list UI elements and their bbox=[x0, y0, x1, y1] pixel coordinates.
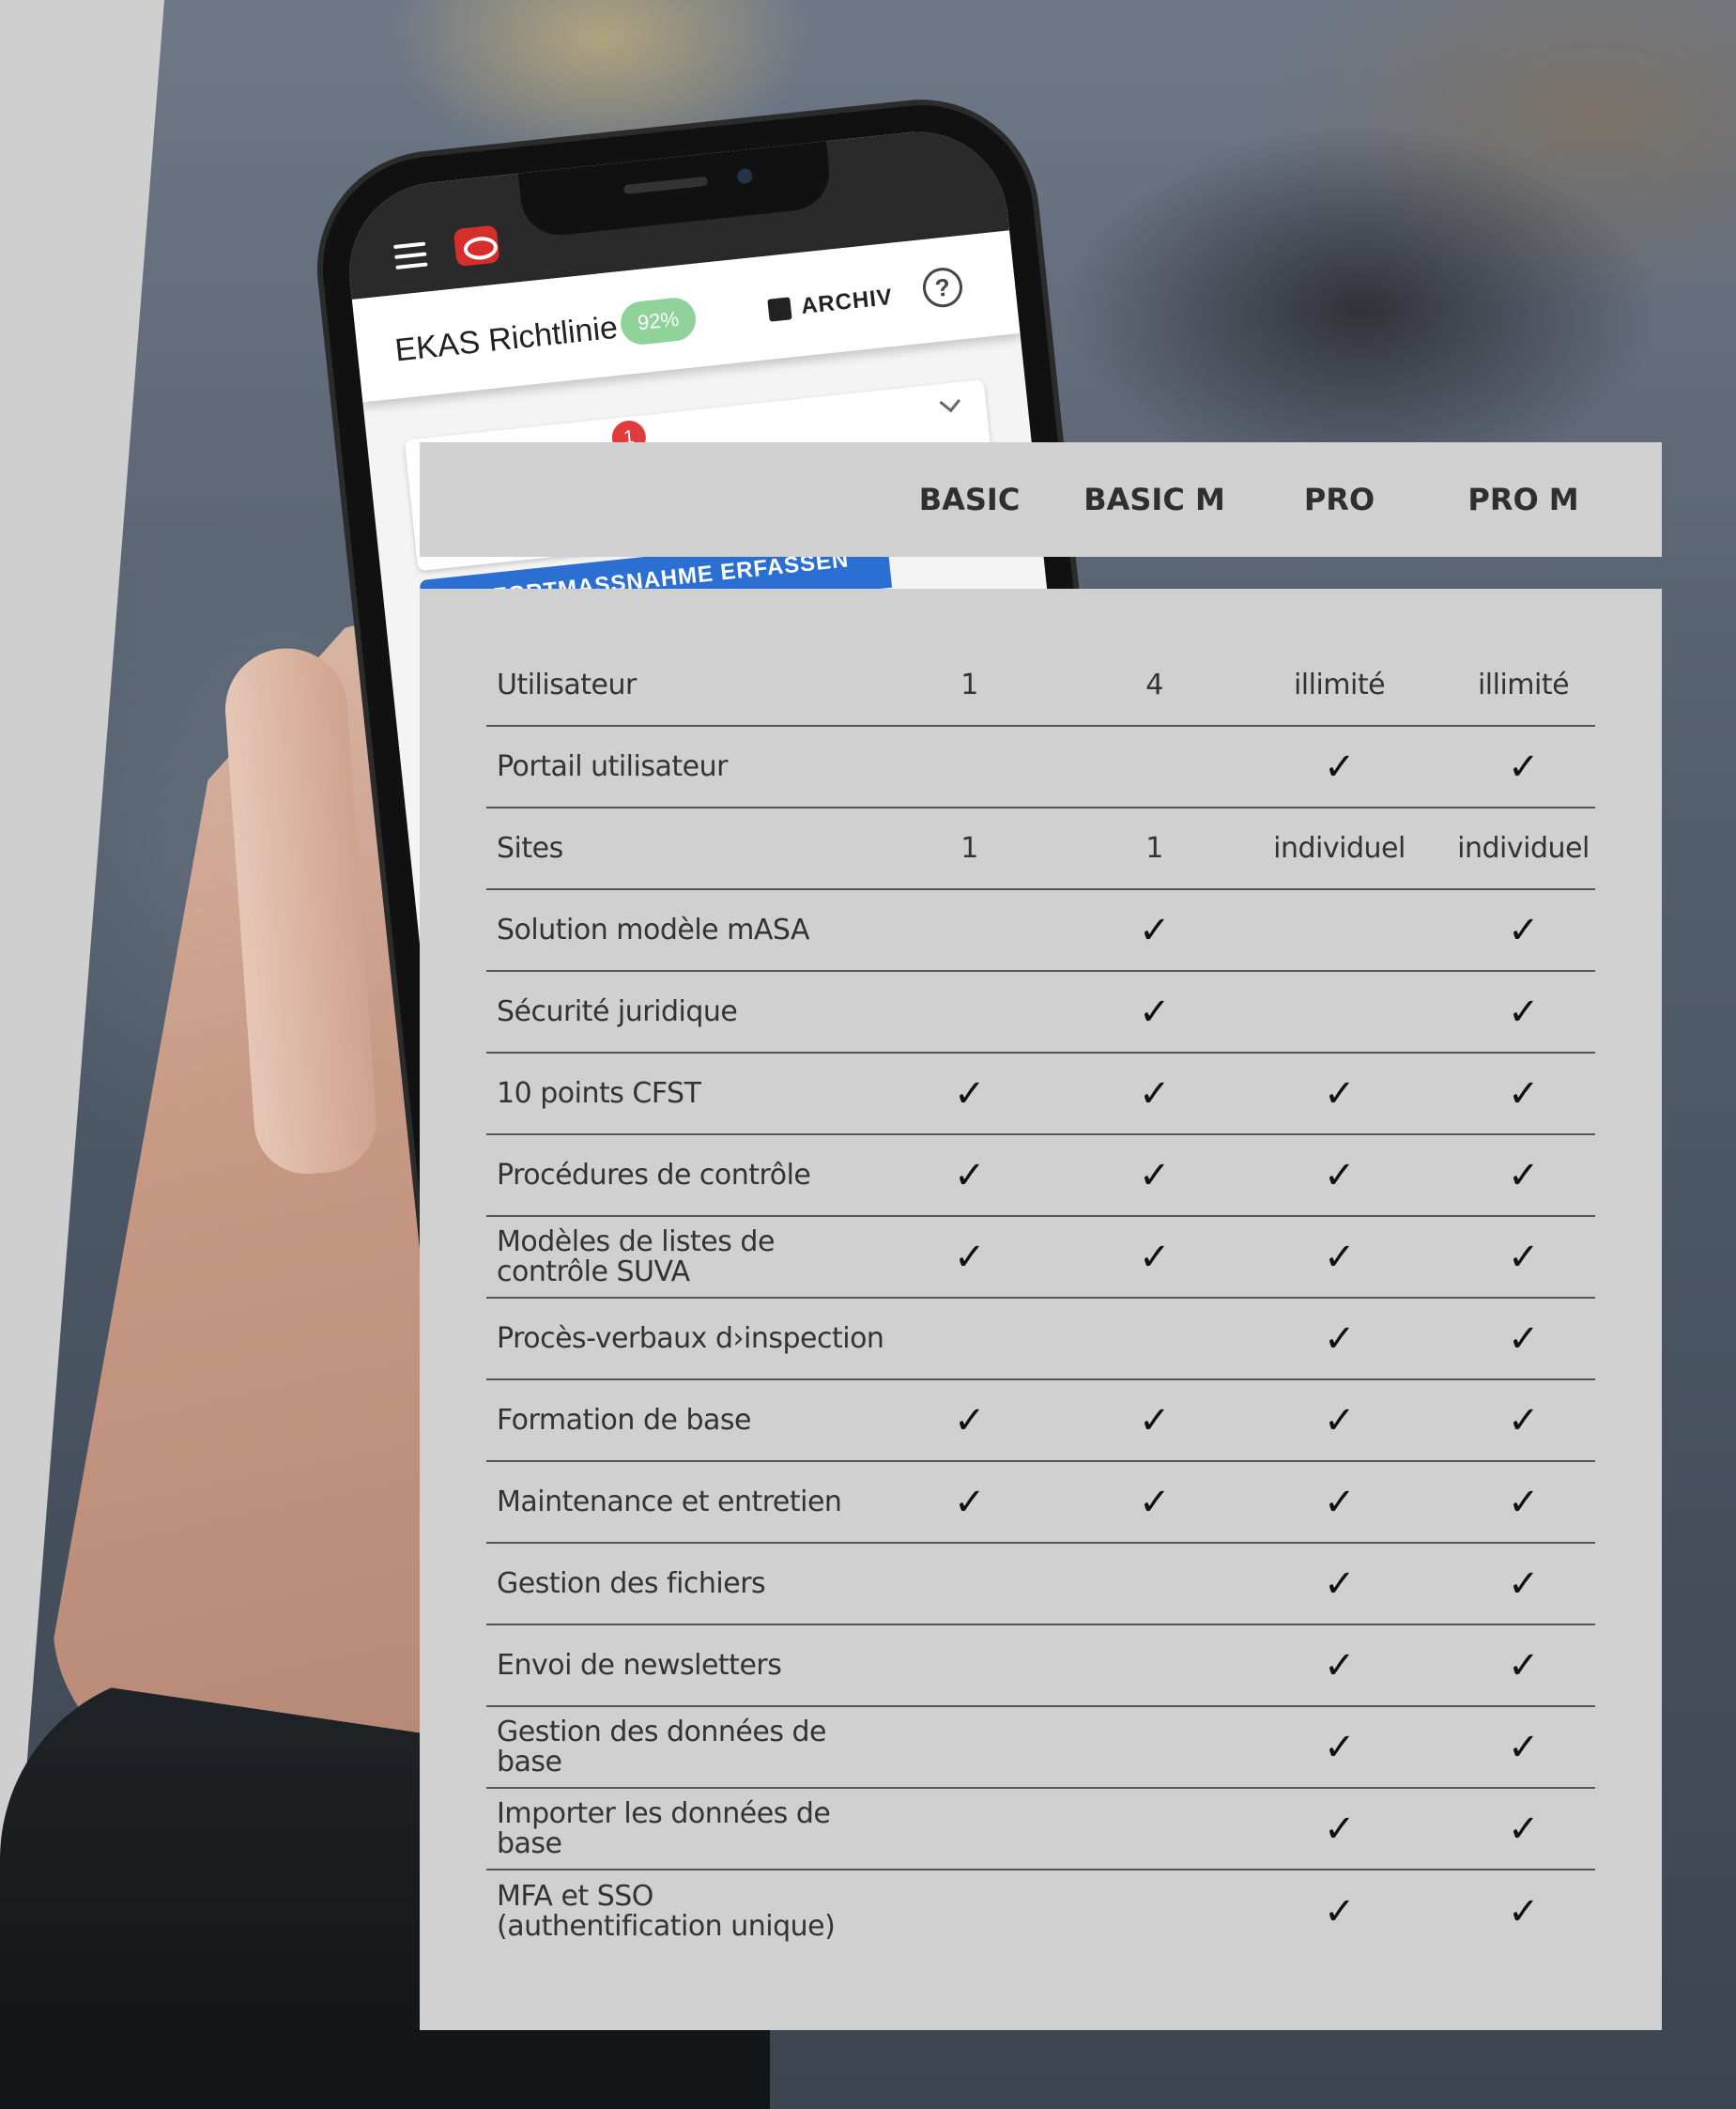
checkmark-icon: ✓ bbox=[1507, 1725, 1540, 1769]
table-cell: 4 bbox=[1145, 669, 1163, 701]
checkmark-icon: ✓ bbox=[1138, 990, 1171, 1034]
checkmark-icon: ✓ bbox=[1323, 1562, 1356, 1606]
checkmark-icon: ✓ bbox=[1507, 1889, 1540, 1933]
checkmark-icon: ✓ bbox=[1323, 1643, 1356, 1687]
checkmark-icon: ✓ bbox=[1323, 1153, 1356, 1197]
checkmark-icon: ✓ bbox=[1323, 1725, 1356, 1769]
table-cell: individuel bbox=[1273, 832, 1406, 865]
feature-label: Importer les données de base bbox=[497, 1796, 831, 1860]
table-row: Gestion des données de base ✓ ✓ bbox=[486, 1707, 1595, 1789]
feature-label: Sites bbox=[497, 831, 563, 865]
feature-label: Formation de base bbox=[497, 1403, 752, 1437]
feature-label: Gestion des fichiers bbox=[497, 1566, 766, 1600]
feature-label: MFA et SSO (authentification unique) bbox=[497, 1879, 836, 1943]
checkmark-icon: ✓ bbox=[1138, 1071, 1171, 1116]
feature-label: 10 points CFST bbox=[497, 1076, 701, 1110]
feature-label: Sécurité juridique bbox=[497, 994, 738, 1028]
feature-comparison-table: Utilisateur 1 4 illimité illimité Portail uti… bbox=[420, 589, 1662, 2030]
table-row: Importer les données de base ✓ ✓ bbox=[486, 1789, 1595, 1870]
checkmark-icon: ✓ bbox=[1138, 1235, 1171, 1279]
checkmark-icon: ✓ bbox=[1507, 1480, 1540, 1524]
checkmark-icon: ✓ bbox=[1323, 1480, 1356, 1524]
archive-icon[interactable] bbox=[767, 297, 792, 322]
table-cell: 1 bbox=[960, 832, 978, 865]
checkmark-icon: ✓ bbox=[1323, 745, 1356, 789]
chevron-down-icon[interactable] bbox=[939, 391, 961, 413]
checkmark-icon: ✓ bbox=[1138, 908, 1171, 952]
feature-label: Procès-verbaux d›inspection bbox=[497, 1321, 884, 1355]
checkmark-icon: ✓ bbox=[1507, 1071, 1540, 1116]
app-title: EKAS Richtlinie bbox=[392, 309, 620, 369]
checkmark-icon: ✓ bbox=[1323, 1889, 1356, 1933]
table-row: Envoi de newsletters ✓ ✓ bbox=[486, 1625, 1595, 1707]
hamburger-menu-icon[interactable] bbox=[393, 241, 428, 269]
table-cell: 1 bbox=[960, 669, 978, 701]
checkmark-icon: ✓ bbox=[953, 1071, 986, 1116]
plan-header-row: BASIC BASIC M PRO PRO M bbox=[420, 442, 1662, 557]
feature-label: Maintenance et entretien bbox=[497, 1485, 842, 1518]
table-cell: illimité bbox=[1477, 669, 1570, 701]
table-row: Portail utilisateur ✓ ✓ bbox=[486, 727, 1595, 808]
table-row: Procès-verbaux d›inspection ✓ ✓ bbox=[486, 1299, 1595, 1380]
checkmark-icon: ✓ bbox=[1507, 1643, 1540, 1687]
checkmark-icon: ✓ bbox=[1323, 1807, 1356, 1851]
checkmark-icon: ✓ bbox=[953, 1235, 986, 1279]
checkmark-icon: ✓ bbox=[953, 1480, 986, 1524]
checkmark-icon: ✓ bbox=[1507, 1153, 1540, 1197]
feature-label: Modèles de listes de contrôle SUVA bbox=[497, 1224, 775, 1288]
checkmark-icon: ✓ bbox=[1507, 745, 1540, 789]
checkmark-icon: ✓ bbox=[1507, 1562, 1540, 1606]
feature-label: Envoi de newsletters bbox=[497, 1648, 782, 1682]
checkmark-icon: ✓ bbox=[1507, 1316, 1540, 1361]
table-row: Procédures de contrôle ✓ ✓ ✓ ✓ bbox=[486, 1135, 1595, 1217]
checkmark-icon: ✓ bbox=[1138, 1398, 1171, 1442]
plan-header-basic-m: BASIC M bbox=[1083, 482, 1225, 517]
checkmark-icon: ✓ bbox=[1138, 1153, 1171, 1197]
feature-label: Gestion des données de base bbox=[497, 1715, 827, 1778]
app-logo-icon bbox=[453, 224, 500, 268]
archive-button[interactable]: ARCHIV bbox=[800, 285, 894, 320]
checkmark-icon: ✓ bbox=[1323, 1398, 1356, 1442]
feature-label: Portail utilisateur bbox=[497, 749, 728, 783]
feature-rows: Utilisateur 1 4 illimité illimité Portail uti… bbox=[486, 645, 1595, 1952]
checkmark-icon: ✓ bbox=[1507, 1398, 1540, 1442]
plan-header-basic: BASIC bbox=[918, 482, 1021, 517]
progress-badge: 92% bbox=[618, 295, 699, 347]
table-cell: 1 bbox=[1145, 832, 1163, 865]
table-row: Utilisateur 1 4 illimité illimité bbox=[486, 645, 1595, 727]
table-row: Sites 1 1 individuel individuel bbox=[486, 808, 1595, 890]
table-row: Solution modèle mASA ✓ ✓ bbox=[486, 890, 1595, 972]
checkmark-icon: ✓ bbox=[1323, 1235, 1356, 1279]
help-icon[interactable]: ? bbox=[920, 266, 965, 310]
table-row: Sécurité juridique ✓ ✓ bbox=[486, 972, 1595, 1054]
table-cell: illimité bbox=[1293, 669, 1386, 701]
checkmark-icon: ✓ bbox=[1507, 908, 1540, 952]
table-cell: individuel bbox=[1457, 832, 1590, 865]
table-row: MFA et SSO (authentification unique) ✓ ✓ bbox=[486, 1870, 1595, 1952]
checkmark-icon: ✓ bbox=[1323, 1316, 1356, 1361]
checkmark-icon: ✓ bbox=[1507, 1807, 1540, 1851]
table-row: 10 points CFST ✓ ✓ ✓ ✓ bbox=[486, 1054, 1595, 1135]
checkmark-icon: ✓ bbox=[953, 1398, 986, 1442]
checkmark-icon: ✓ bbox=[1507, 990, 1540, 1034]
checkmark-icon: ✓ bbox=[1138, 1480, 1171, 1524]
table-row: Maintenance et entretien ✓ ✓ ✓ ✓ bbox=[486, 1462, 1595, 1544]
table-row: Modèles de listes de contrôle SUVA ✓ ✓ ✓ ✓ bbox=[486, 1217, 1595, 1299]
camera-icon bbox=[736, 167, 754, 185]
feature-label: Utilisateur bbox=[497, 668, 637, 701]
speaker-grille bbox=[622, 176, 709, 195]
checkmark-icon: ✓ bbox=[1507, 1235, 1540, 1279]
feature-label: Procédures de contrôle bbox=[497, 1158, 811, 1192]
plan-header-pro-m: PRO M bbox=[1467, 482, 1579, 517]
checkmark-icon: ✓ bbox=[1323, 1071, 1356, 1116]
table-row: Gestion des fichiers ✓ ✓ bbox=[486, 1544, 1595, 1625]
table-row: Formation de base ✓ ✓ ✓ ✓ bbox=[486, 1380, 1595, 1462]
feature-label: Solution modèle mASA bbox=[497, 913, 810, 947]
plan-header-pro: PRO bbox=[1303, 482, 1375, 517]
checkmark-icon: ✓ bbox=[953, 1153, 986, 1197]
